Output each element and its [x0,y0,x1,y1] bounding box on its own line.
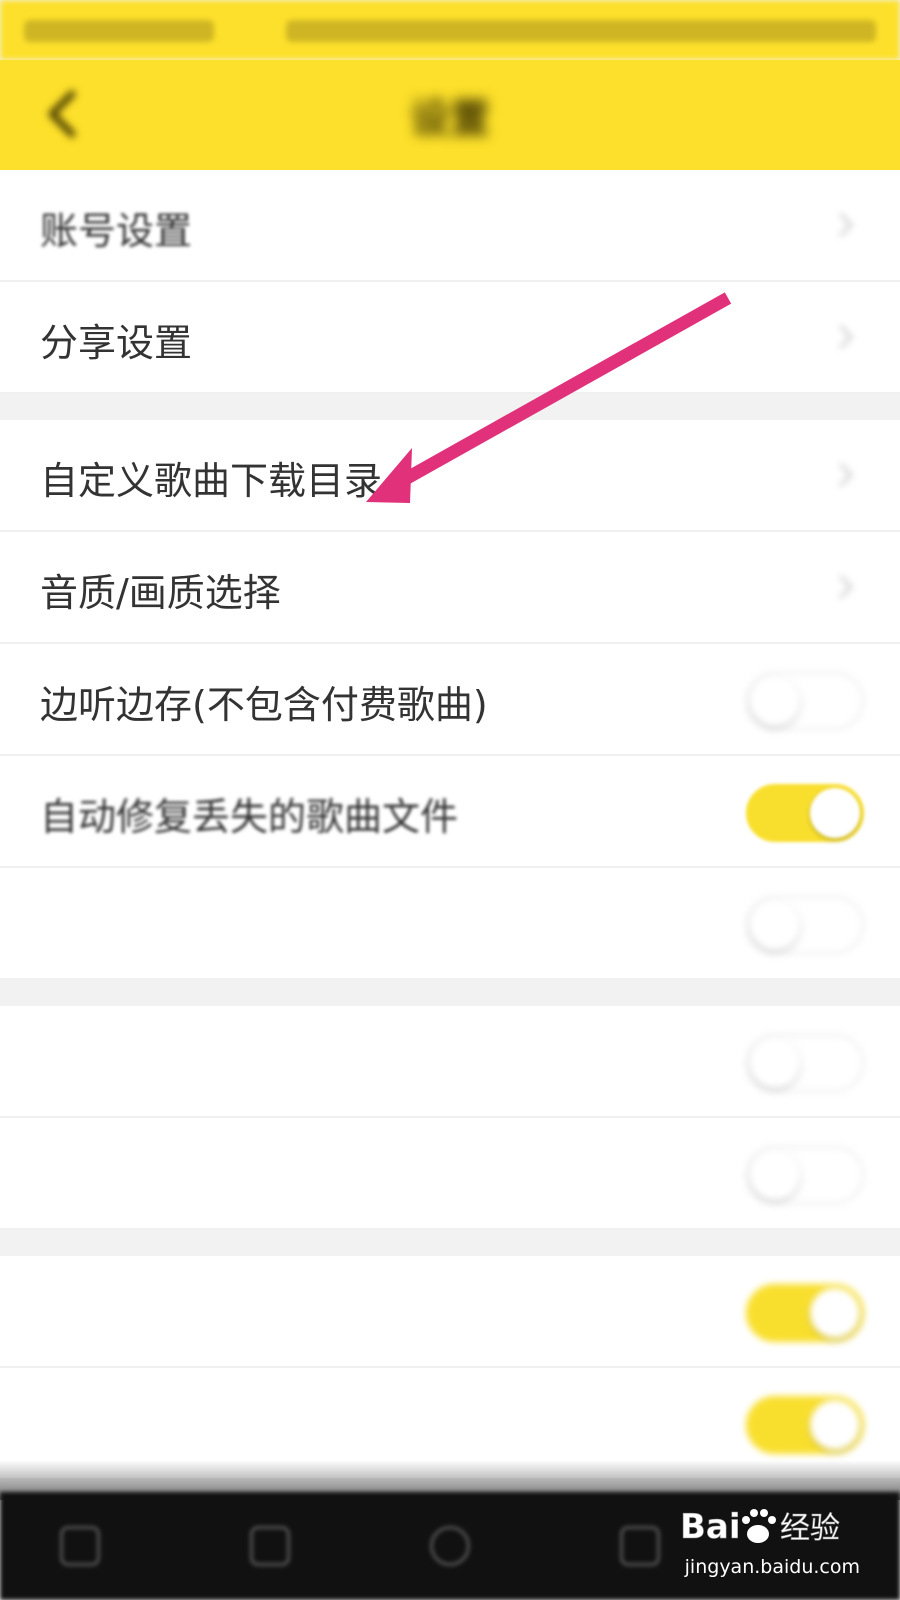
watermark: Bai 经验 jingyan.baidu.com [680,1500,860,1586]
annotation-arrow [366,292,732,503]
watermark-logo: Bai 经验 [680,1507,840,1548]
paw-icon [742,1509,776,1543]
annotation-arrow-shaft [396,292,732,488]
svg-text:Bai: Bai [680,1507,741,1547]
annotation-arrow-head [366,448,412,503]
svg-text:经验: 经验 [780,1511,840,1546]
watermark-url: jingyan.baidu.com [684,1556,860,1578]
